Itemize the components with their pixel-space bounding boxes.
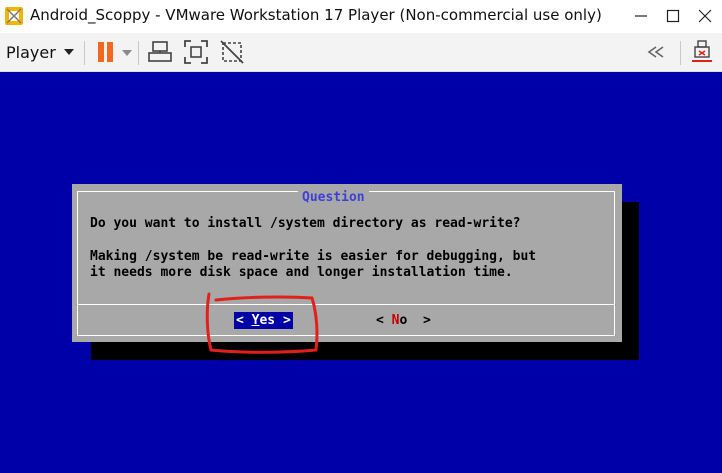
unity-icon[interactable] <box>218 38 246 66</box>
window-title: Android_Scoppy - VMware Workstation 17 P… <box>30 6 602 24</box>
question-dialog: Question Do you want to install /system … <box>72 184 622 342</box>
no-left-bracket: < <box>376 313 384 328</box>
pause-icon[interactable] <box>92 38 120 66</box>
question-text: Do you want to install /system directory… <box>90 216 521 231</box>
collapse-icon[interactable] <box>642 38 670 66</box>
title-bar: Android_Scoppy - VMware Workstation 17 P… <box>0 0 722 33</box>
player-menu-button[interactable]: Player <box>6 39 74 65</box>
removable-devices-icon[interactable] <box>688 38 716 66</box>
yes-left-bracket: < <box>236 313 244 328</box>
no-label-rest: o <box>399 313 408 328</box>
toolbar-separator <box>680 41 681 65</box>
yes-right-bracket: > <box>282 313 291 328</box>
dropdown-arrow-icon[interactable] <box>118 38 136 66</box>
button-separator <box>77 304 615 305</box>
minimize-icon[interactable] <box>630 5 652 27</box>
no-button[interactable]: < No > <box>376 312 431 329</box>
toolbar-separator <box>138 41 139 65</box>
maximize-icon[interactable] <box>662 5 684 27</box>
send-ctrl-alt-del-icon[interactable] <box>146 38 174 66</box>
player-menu-label: Player <box>6 42 56 62</box>
full-screen-icon[interactable] <box>182 38 210 66</box>
no-right-bracket: > <box>422 313 431 328</box>
yes-label-rest: es <box>259 313 276 328</box>
detail-text-line: it needs more disk space and longer inst… <box>90 265 513 280</box>
toolbar-separator <box>84 41 85 65</box>
chevron-down-icon <box>63 49 74 55</box>
dialog-title: Question <box>298 190 369 206</box>
toolbar: Player <box>0 33 722 72</box>
yes-button[interactable]: < Yes > <box>234 312 293 329</box>
vmware-logo-icon <box>5 7 23 25</box>
close-icon[interactable] <box>694 5 716 27</box>
